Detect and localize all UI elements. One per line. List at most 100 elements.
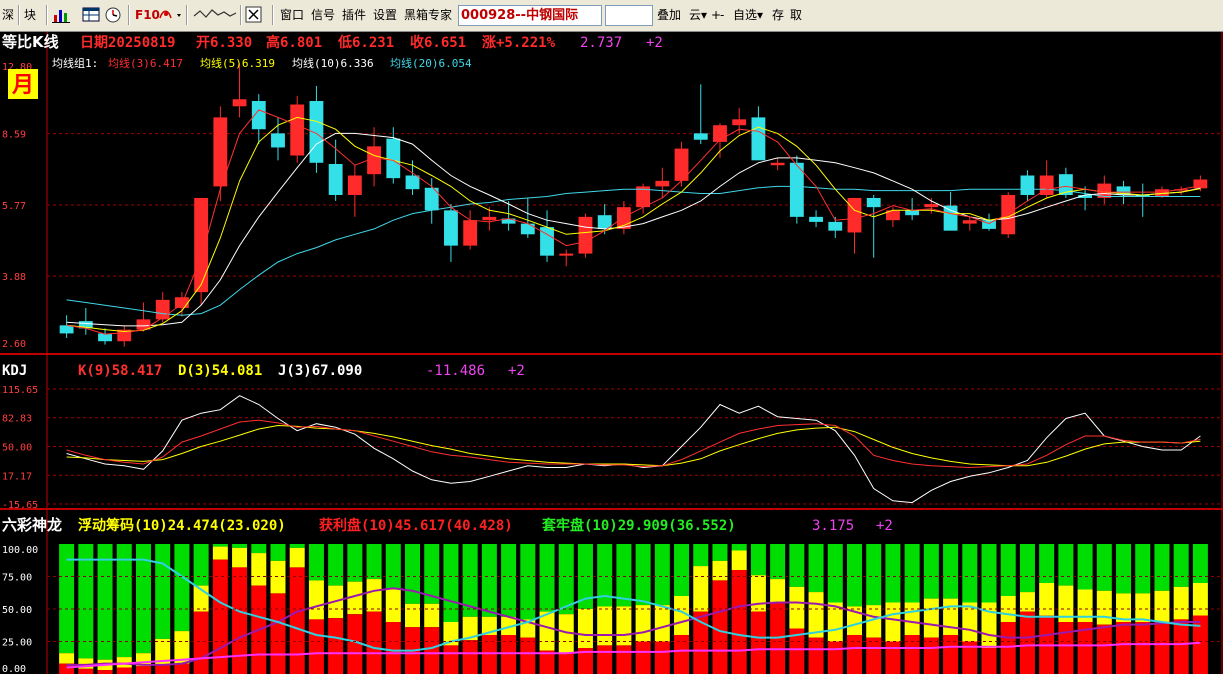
toolbar-separator [128, 5, 130, 25]
stock-chart-area[interactable]: 12.808.595.773.882.60 115.6582.8350.0017… [0, 32, 1223, 674]
chip-bar [97, 544, 113, 674]
candle [943, 192, 958, 231]
candle [616, 200, 631, 235]
kdj-k-line [66, 419, 1201, 469]
menu-plugin[interactable]: 插件 [342, 4, 366, 26]
chip-bar-float [1135, 593, 1151, 622]
chip-bar [1154, 544, 1170, 674]
candle-body [770, 162, 785, 166]
y-tick-label: 100.00 [2, 545, 38, 556]
chip-bar-float [712, 560, 728, 581]
chip-bar-profit [520, 637, 536, 674]
cloud-dropdown[interactable]: 云▾ [689, 4, 707, 26]
ma20-label: 均线(20)6.054 [390, 56, 472, 70]
chip-bar-trapped [251, 544, 267, 554]
chip-bar-trapped [481, 544, 497, 617]
chip-bar-trapped [1096, 544, 1112, 591]
chip-bar-profit [462, 640, 478, 674]
chip-bar-profit [712, 580, 728, 674]
candle [232, 63, 247, 118]
chip-bar-profit [232, 567, 248, 674]
stock-code-input[interactable]: 000928--中钢国际 [458, 5, 602, 26]
menu-window[interactable]: 窗口 [280, 4, 304, 26]
toolbar-separator [186, 5, 188, 25]
chip-bar-trapped [97, 544, 113, 660]
chip-bar-profit [943, 635, 959, 674]
clock-icon[interactable] [104, 6, 122, 23]
chip-bar-float [1096, 590, 1112, 625]
y-tick-label: 115.65 [2, 385, 38, 396]
candle-body [386, 138, 401, 179]
toolbar-separator [272, 5, 274, 25]
chip-bar [577, 544, 593, 674]
overlay-button[interactable]: 叠加 [657, 4, 681, 26]
y-tick-label: 0.00 [2, 664, 26, 674]
chip-bar-trapped [328, 544, 344, 586]
candle [59, 315, 74, 338]
toolbar-separator [46, 5, 48, 25]
chip-bar-float [539, 611, 555, 651]
chip-bar-float [654, 605, 670, 642]
f10-button[interactable]: F10 [135, 4, 160, 26]
y-tick-label: 82.83 [2, 414, 32, 425]
candle-body [809, 216, 823, 222]
chip-bar-trapped [750, 544, 766, 576]
info-high: 高6.801 [266, 34, 322, 51]
menu-signal[interactable]: 信号 [311, 4, 335, 26]
candle-body [405, 175, 420, 190]
chip-bar-float [616, 606, 632, 646]
chip-bar-float [424, 603, 440, 628]
kdj-title: KDJ [2, 363, 27, 379]
info-change: 涨+5.221% [482, 35, 556, 51]
chip-bar-trapped [174, 544, 190, 632]
bar-chart-icon[interactable] [52, 6, 70, 23]
candle [290, 95, 305, 163]
load-button[interactable]: 取 [790, 4, 802, 26]
menu-blackbox-expert[interactable]: 黑箱专家 [404, 4, 452, 26]
info-date: 日期20250819 [80, 35, 175, 51]
save-button[interactable]: 存 [772, 4, 784, 26]
chip-bar-trapped [885, 544, 901, 603]
chips-float-label: 浮动筹码(10)24.474(23.020) [78, 517, 286, 534]
ma5-line [66, 116, 1201, 333]
chip-bar-profit [981, 648, 997, 674]
chips-plus: +2 [876, 518, 893, 534]
chip-bar-trapped [904, 544, 920, 603]
chip-bar-trapped [116, 544, 132, 658]
period-label: 月 [11, 73, 34, 98]
chip-bar-profit [174, 663, 190, 674]
chip-bar-trapped [232, 544, 248, 548]
chip-bar-profit [1116, 622, 1132, 674]
chip-bar-float [270, 560, 286, 594]
chip-bar-float [289, 547, 305, 568]
indicator-icon[interactable] [192, 6, 238, 23]
chip-bar-profit [597, 645, 613, 674]
candle [251, 94, 266, 145]
search-input[interactable] [605, 5, 653, 26]
signal-dropdown-icon[interactable] [158, 6, 181, 23]
chips-extra: 3.175 [812, 518, 854, 534]
kdj-extra: -11.486 [426, 363, 485, 379]
close-icon[interactable] [245, 6, 263, 23]
watchlist-dropdown[interactable]: 自选▾ [733, 4, 763, 26]
chip-bar-trapped [385, 544, 401, 590]
chip-bar-profit [1135, 622, 1151, 674]
menu-settings[interactable]: 设置 [373, 4, 397, 26]
chip-bar-trapped [366, 544, 382, 580]
zoom-out-button[interactable]: - [720, 4, 724, 26]
kdj-k-label: K(9)58.417 [78, 363, 162, 379]
chip-bar-float [212, 546, 228, 560]
chip-bar-profit [674, 635, 690, 674]
table-icon[interactable] [82, 6, 100, 23]
toolbar: 深 块 F10 窗口 信号 插件 设置 黑箱专家 000928--中钢国际 叠加… [0, 0, 1223, 32]
chip-bar-profit [481, 635, 497, 674]
candle [770, 157, 785, 171]
chip-bar-profit [424, 627, 440, 674]
chip-bar-trapped [1077, 544, 1093, 590]
candle [636, 183, 651, 214]
candle-body [463, 220, 478, 246]
toolbar-item-block[interactable]: 块 [24, 4, 36, 26]
candle [559, 249, 574, 267]
toolbar-item-deep[interactable]: 深 [2, 4, 14, 26]
chip-bar-float [943, 598, 959, 635]
